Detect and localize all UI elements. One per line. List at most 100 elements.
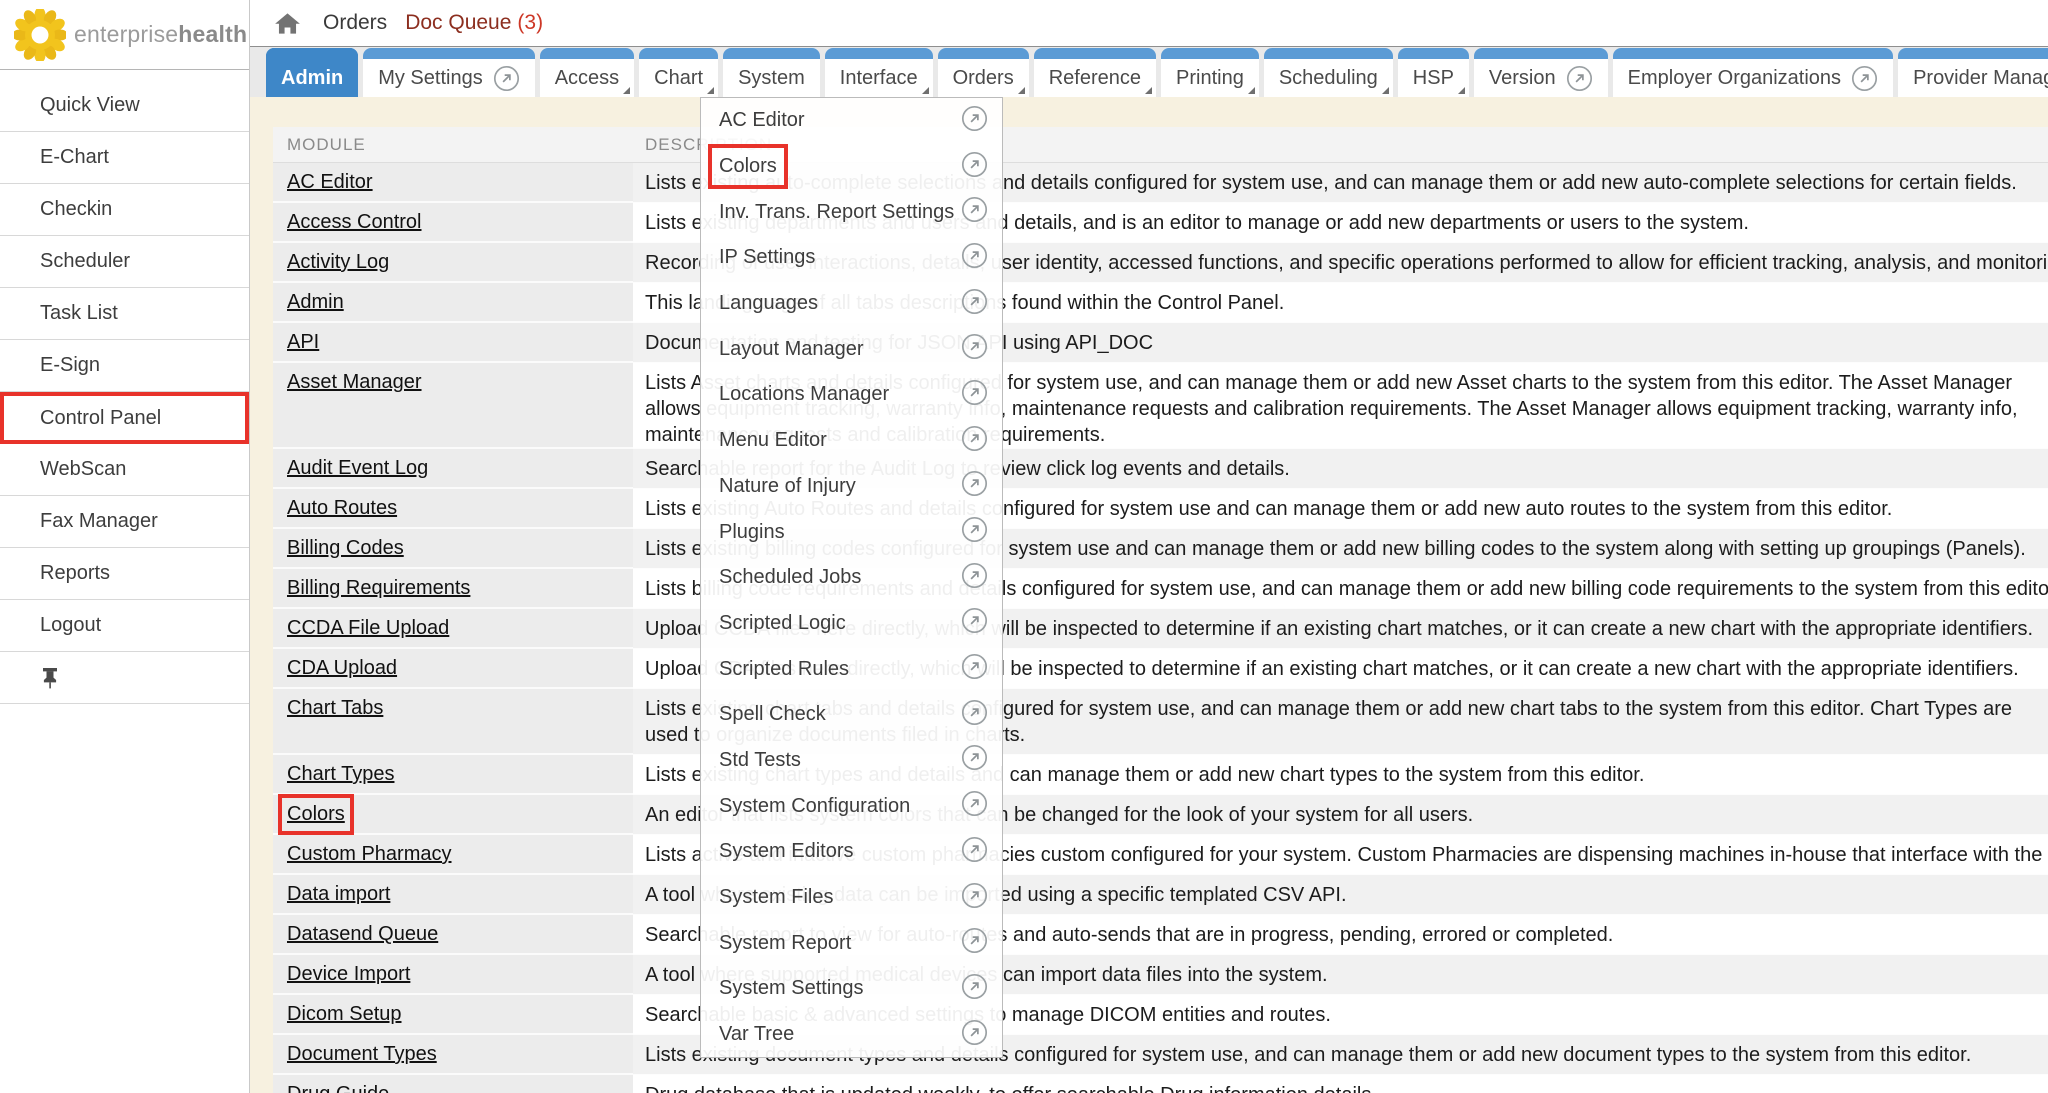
module-link[interactable]: Document Types — [287, 1043, 437, 1066]
module-link[interactable]: Dicom Setup — [287, 1003, 402, 1026]
system-menu-item[interactable]: Locations Manager — [701, 372, 1002, 418]
module-link[interactable]: CDA Upload — [287, 657, 397, 680]
system-menu-item[interactable]: Scripted Logic — [701, 601, 1002, 647]
open-in-new-icon[interactable] — [961, 333, 988, 365]
open-in-new-icon[interactable] — [961, 607, 988, 639]
open-in-new-icon[interactable] — [961, 196, 988, 228]
system-menu-item[interactable]: Menu Editor — [701, 418, 1002, 464]
pin-icon[interactable] — [40, 667, 60, 689]
system-menu-item[interactable]: System Files — [701, 875, 1002, 921]
system-menu-item[interactable]: Std Tests — [701, 738, 1002, 784]
system-menu-item[interactable]: System Configuration — [701, 783, 1002, 829]
breadcrumb-doc-queue[interactable]: Doc Queue — [405, 11, 511, 35]
module-link[interactable]: CCDA File Upload — [287, 617, 449, 640]
tab[interactable]: Access — [540, 48, 634, 97]
open-in-new-icon[interactable] — [961, 973, 988, 1005]
module-link[interactable]: Chart Types — [287, 763, 394, 786]
tab[interactable]: Reference — [1034, 48, 1156, 97]
system-menu-item[interactable]: Plugins — [701, 509, 1002, 555]
tab[interactable]: System — [723, 48, 820, 97]
module-link[interactable]: Drug Guide — [287, 1083, 389, 1093]
module-link[interactable]: AC Editor — [287, 171, 373, 194]
home-icon[interactable] — [274, 10, 301, 37]
tab[interactable]: Admin — [266, 48, 358, 97]
open-in-new-icon[interactable] — [961, 699, 988, 731]
open-in-new-icon[interactable] — [961, 425, 988, 457]
tab[interactable]: Scheduling — [1264, 48, 1393, 97]
module-link[interactable]: Asset Manager — [287, 371, 422, 394]
tab[interactable]: My Settings — [363, 48, 534, 97]
tab[interactable]: Chart — [639, 48, 718, 97]
open-in-new-icon[interactable] — [961, 516, 988, 548]
module-cell: Billing Requirements — [273, 569, 633, 609]
system-menu-item[interactable]: Var Tree — [701, 1012, 1002, 1058]
sidebar-item[interactable]: Fax Manager — [0, 496, 249, 548]
open-in-new-icon[interactable] — [961, 836, 988, 868]
system-menu-item[interactable]: Colors — [701, 144, 1002, 190]
sidebar-item[interactable]: Task List — [0, 288, 249, 340]
tab[interactable]: Version — [1474, 48, 1608, 97]
open-in-new-icon[interactable] — [961, 379, 988, 411]
sidebar-item[interactable]: E-Sign — [0, 340, 249, 392]
sidebar-item[interactable]: Control Panel — [0, 392, 249, 444]
system-menu-item[interactable]: Spell Check — [701, 692, 1002, 738]
system-menu-item[interactable]: Scripted Rules — [701, 646, 1002, 692]
tab[interactable]: HSP — [1398, 48, 1469, 97]
open-in-new-icon[interactable] — [961, 653, 988, 685]
module-link[interactable]: Billing Requirements — [287, 577, 470, 600]
open-in-new-icon[interactable] — [961, 790, 988, 822]
tab[interactable]: Interface — [825, 48, 933, 97]
system-menu-item[interactable]: Languages — [701, 281, 1002, 327]
open-in-new-icon[interactable] — [961, 1019, 988, 1051]
open-in-new-icon[interactable] — [961, 744, 988, 776]
module-link[interactable]: Device Import — [287, 963, 410, 986]
module-link[interactable]: Access Control — [287, 211, 422, 234]
sidebar-item-label: Quick View — [40, 94, 140, 117]
module-link[interactable]: Custom Pharmacy — [287, 843, 452, 866]
open-in-new-icon[interactable] — [961, 470, 988, 502]
open-in-new-icon[interactable] — [961, 242, 988, 274]
module-link[interactable]: API — [287, 331, 319, 354]
system-menu-item[interactable]: Nature of Injury — [701, 464, 1002, 510]
sidebar-item[interactable]: Quick View — [0, 80, 249, 132]
system-menu-item[interactable]: IP Settings — [701, 235, 1002, 281]
system-menu-item[interactable]: System Report — [701, 920, 1002, 966]
system-menu-item[interactable]: System Editors — [701, 829, 1002, 875]
module-link[interactable]: Billing Codes — [287, 537, 404, 560]
tab[interactable]: Provider Management — [1898, 48, 2048, 97]
breadcrumb-orders[interactable]: Orders — [323, 11, 387, 35]
system-menu-item[interactable]: Scheduled Jobs — [701, 555, 1002, 601]
module-link[interactable]: Admin — [287, 291, 344, 314]
open-in-new-icon[interactable] — [961, 288, 988, 320]
sidebar-item[interactable]: Reports — [0, 548, 249, 600]
system-menu-item[interactable]: System Settings — [701, 966, 1002, 1012]
open-in-new-icon[interactable] — [961, 105, 988, 137]
sidebar-item[interactable]: Logout — [0, 600, 249, 652]
open-in-new-icon[interactable] — [961, 562, 988, 594]
system-menu-item[interactable]: Inv. Trans. Report Settings — [701, 189, 1002, 235]
system-menu-item[interactable]: Layout Manager — [701, 326, 1002, 372]
module-link[interactable]: Chart Tabs — [287, 697, 383, 720]
system-menu-item[interactable]: AC Editor — [701, 98, 1002, 144]
module-link[interactable]: Activity Log — [287, 251, 389, 274]
open-in-new-icon[interactable] — [961, 151, 988, 183]
external-link-icon[interactable] — [493, 65, 520, 92]
open-in-new-icon[interactable] — [961, 882, 988, 914]
tab[interactable]: Orders — [938, 48, 1029, 97]
module-link[interactable]: Audit Event Log — [287, 457, 428, 480]
module-link[interactable]: Datasend Queue — [287, 923, 438, 946]
sidebar-item[interactable]: Scheduler — [0, 236, 249, 288]
sidebar-item[interactable]: Checkin — [0, 184, 249, 236]
tab[interactable]: Printing — [1161, 48, 1259, 97]
open-in-new-icon[interactable] — [961, 927, 988, 959]
external-link-icon[interactable] — [1851, 65, 1878, 92]
sidebar-item[interactable]: E-Chart — [0, 132, 249, 184]
external-link-icon[interactable] — [1566, 65, 1593, 92]
module-link[interactable]: Auto Routes — [287, 497, 397, 520]
sidebar-item[interactable]: WebScan — [0, 444, 249, 496]
module-link[interactable]: Data import — [287, 883, 390, 906]
system-menu-item-label: Languages — [719, 292, 818, 315]
tab[interactable]: Employer Organizations — [1613, 48, 1893, 97]
module-link[interactable]: Colors — [287, 803, 345, 826]
table-row: Chart Tabs Lists existing chart tabs and… — [273, 689, 2048, 755]
